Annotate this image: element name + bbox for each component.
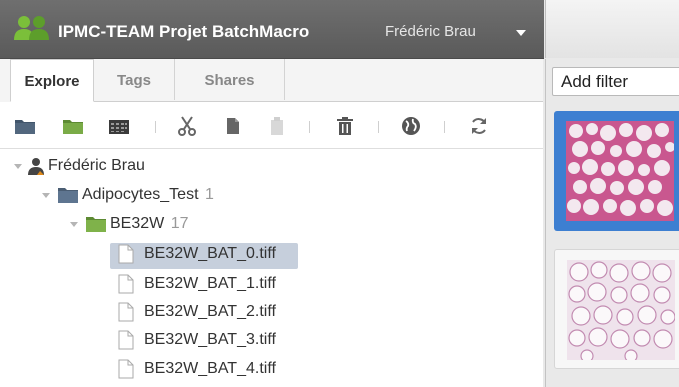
chevron-down-icon[interactable] (516, 30, 526, 36)
new-project-icon[interactable] (14, 115, 36, 137)
tree-node-label: BE32W (110, 215, 165, 232)
app-header: IPMC-TEAM Projet BatchMacro Frédéric Bra… (0, 0, 544, 59)
file-tree: Frédéric Brau Adipocytes_Test 1 BE32W 17… (0, 149, 543, 387)
thumbnail-selected[interactable] (554, 111, 679, 231)
tree-node-image[interactable]: BE32W_BAT_0.tiff (118, 243, 318, 267)
tree-node-user[interactable]: Frédéric Brau (14, 155, 314, 179)
tree-node-label: BE32W_BAT_4.tiff (144, 360, 276, 377)
toolbar-separator (309, 121, 310, 133)
delete-icon[interactable] (334, 115, 356, 137)
child-count: 1 (204, 186, 214, 203)
file-icon (118, 330, 134, 350)
tab-shares[interactable]: Shares (175, 59, 285, 100)
tree-node-image[interactable]: BE32W_BAT_2.tiff (118, 301, 318, 325)
tab-bar: Explore Tags Shares (10, 59, 543, 102)
tree-node-image[interactable]: BE32W_BAT_3.tiff (118, 329, 318, 353)
copy-icon[interactable] (222, 115, 244, 137)
folder-icon (86, 217, 106, 232)
tree-node-image[interactable]: BE32W_BAT_4.tiff (118, 358, 318, 382)
file-icon (118, 244, 134, 264)
folder-icon (58, 188, 78, 203)
toolbar (0, 102, 543, 149)
chevron-down-icon[interactable] (42, 193, 50, 198)
file-icon (118, 359, 134, 379)
tree-node-dataset[interactable]: BE32W 17 (70, 213, 370, 237)
file-icon (118, 274, 134, 294)
paste-icon[interactable] (266, 115, 288, 137)
tree-node-label: Adipocytes_Test (82, 186, 199, 203)
tree-node-label: BE32W_BAT_2.tiff (144, 303, 276, 320)
app-title: IPMC-TEAM Projet BatchMacro (58, 22, 310, 41)
new-screen-icon[interactable] (108, 115, 130, 137)
cut-icon[interactable] (176, 115, 198, 137)
user-icon (28, 158, 44, 175)
chevron-down-icon[interactable] (70, 222, 78, 227)
tab-tags[interactable]: Tags (94, 59, 175, 100)
new-dataset-icon[interactable] (62, 115, 84, 137)
file-icon (118, 302, 134, 322)
thumbnail-image (566, 121, 674, 221)
thumbnail-image (567, 260, 675, 360)
tree-node-image[interactable]: BE32W_BAT_1.tiff (118, 273, 318, 297)
tree-node-label: BE32W_BAT_3.tiff (144, 331, 276, 348)
toolbar-separator (155, 121, 156, 133)
tab-explore[interactable]: Explore (10, 59, 94, 102)
right-header (545, 0, 679, 58)
thumbnail-panel: Add filter (545, 59, 679, 387)
chevron-down-icon[interactable] (14, 164, 22, 169)
toolbar-separator (444, 121, 445, 133)
thumbnail[interactable] (554, 249, 679, 369)
refresh-icon[interactable] (468, 115, 490, 137)
tree-node-label: Frédéric Brau (48, 157, 145, 174)
tree-node-project[interactable]: Adipocytes_Test 1 (42, 184, 342, 208)
globe-icon[interactable] (400, 115, 422, 137)
explore-panel: Explore Tags Shares Frédéric Brau Adipoc… (0, 59, 543, 387)
toolbar-separator (378, 121, 379, 133)
tree-node-label: BE32W_BAT_0.tiff (144, 245, 276, 262)
tree-node-label: BE32W_BAT_1.tiff (144, 275, 276, 292)
child-count: 17 (170, 215, 189, 232)
add-filter-input[interactable]: Add filter (552, 67, 679, 96)
user-menu[interactable]: Frédéric Brau (385, 23, 476, 40)
users-icon (14, 16, 49, 40)
